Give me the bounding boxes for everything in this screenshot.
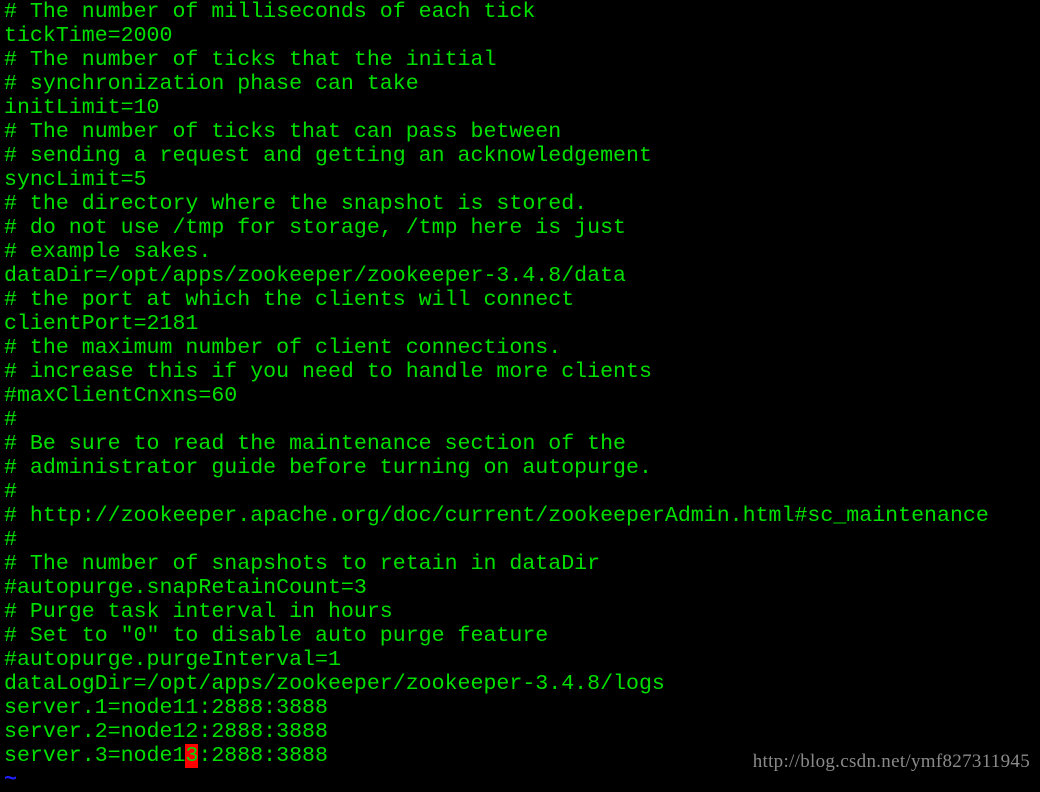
config-line: #autopurge.snapRetainCount=3 bbox=[4, 576, 367, 600]
config-line: server.2=node12:2888:3888 bbox=[4, 720, 328, 744]
config-line: # http://zookeeper.apache.org/doc/curren… bbox=[4, 504, 989, 528]
line-text-before-cursor: server.3=node1 bbox=[4, 744, 186, 768]
line-text-after-cursor: :2888:3888 bbox=[198, 744, 328, 768]
config-line: # Purge task interval in hours bbox=[4, 600, 393, 624]
config-line: # the port at which the clients will con… bbox=[4, 288, 575, 312]
config-line: dataLogDir=/opt/apps/zookeeper/zookeeper… bbox=[4, 672, 665, 696]
config-line: clientPort=2181 bbox=[4, 312, 199, 336]
config-line: # increase this if you need to handle mo… bbox=[4, 360, 652, 384]
config-line: #maxClientCnxns=60 bbox=[4, 384, 238, 408]
config-line: # The number of milliseconds of each tic… bbox=[4, 0, 536, 24]
config-line: # bbox=[4, 408, 17, 432]
watermark: http://blog.csdn.net/ymf827311945 bbox=[752, 751, 1030, 772]
config-line: tickTime=2000 bbox=[4, 24, 173, 48]
config-line: #autopurge.purgeInterval=1 bbox=[4, 648, 341, 672]
config-line: initLimit=10 bbox=[4, 96, 160, 120]
config-line: syncLimit=5 bbox=[4, 168, 147, 192]
config-line: # The number of snapshots to retain in d… bbox=[4, 552, 601, 576]
text-cursor: 3 bbox=[185, 744, 199, 768]
config-line: # sending a request and getting an ackno… bbox=[4, 144, 652, 168]
config-line: # the maximum number of client connectio… bbox=[4, 336, 562, 360]
config-line: # synchronization phase can take bbox=[4, 72, 419, 96]
config-line: # bbox=[4, 480, 17, 504]
config-line: # do not use /tmp for storage, /tmp here… bbox=[4, 216, 627, 240]
config-line: # The number of ticks that can pass betw… bbox=[4, 120, 562, 144]
config-line: # the directory where the snapshot is st… bbox=[4, 192, 588, 216]
config-line: # Be sure to read the maintenance sectio… bbox=[4, 432, 627, 456]
config-line: # bbox=[4, 528, 17, 552]
config-line: # example sakes. bbox=[4, 240, 212, 264]
vim-editor-buffer[interactable]: # The number of milliseconds of each tic… bbox=[4, 0, 989, 792]
config-line: # administrator guide before turning on … bbox=[4, 456, 652, 480]
config-line: dataDir=/opt/apps/zookeeper/zookeeper-3.… bbox=[4, 264, 627, 288]
config-line: # The number of ticks that the initial bbox=[4, 48, 497, 72]
config-line: # Set to "0" to disable auto purge featu… bbox=[4, 624, 549, 648]
config-line: server.1=node11:2888:3888 bbox=[4, 696, 328, 720]
